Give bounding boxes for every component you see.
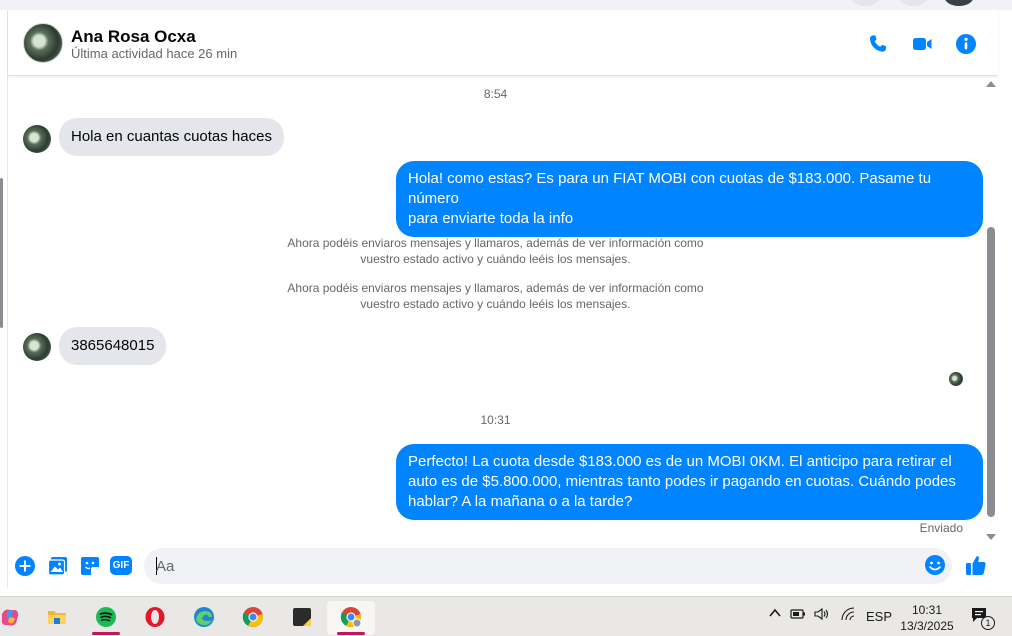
message-input-wrapper [144, 548, 952, 584]
message-text-line: Perfecto! La cuota desde $183.000 es de … [408, 453, 952, 470]
chat-window: Ana Rosa Ocxa Última actividad hace 26 m… [7, 10, 998, 588]
chrome-profile-icon[interactable] [327, 601, 375, 635]
battery-icon[interactable] [790, 607, 806, 624]
system-notice: Ahora podéis enviaros mensajes y llamaro… [268, 235, 723, 267]
chat-header: Ana Rosa Ocxa Última actividad hace 26 m… [8, 10, 998, 76]
plus-icon[interactable] [14, 555, 36, 577]
clock-date: 13/3/2025 [900, 619, 954, 633]
message-text: Hola en cuantas cuotas haces [71, 128, 272, 145]
contact-status: Última actividad hace 26 min [71, 46, 238, 61]
taskbar-clock[interactable]: 10:31 13/3/2025 [895, 602, 959, 634]
file-explorer-icon[interactable] [33, 601, 81, 635]
wifi-icon[interactable] [840, 607, 856, 624]
notification-icon[interactable]: 1 [970, 606, 995, 631]
read-receipt-avatar [949, 372, 963, 386]
opera-icon[interactable] [131, 601, 179, 635]
contact-name[interactable]: Ana Rosa Ocxa [71, 27, 196, 47]
copilot-icon[interactable] [0, 601, 34, 635]
scrollbar-thumb[interactable] [987, 227, 995, 517]
active-indicator [337, 632, 365, 635]
sender-avatar[interactable] [23, 125, 51, 153]
system-notice-line: vuestro estado activo y cuándo leéis los… [360, 252, 631, 266]
system-notice-line: vuestro estado activo y cuándo leéis los… [360, 297, 631, 311]
left-edge-scroll-hint [0, 178, 3, 328]
message-list[interactable]: 8:54 Hola en cuantas cuotas haces Hola! … [8, 77, 983, 542]
message-text: 3865648015 [71, 337, 155, 354]
running-indicator [92, 632, 120, 635]
video-camera-icon[interactable] [910, 32, 934, 56]
app-root: Ana Rosa Ocxa Última actividad hace 26 m… [0, 0, 1012, 636]
spotify-icon[interactable] [82, 601, 130, 635]
message-timestamp: 8:54 [483, 87, 508, 101]
language-indicator[interactable]: ESP [866, 609, 892, 624]
contact-avatar[interactable] [23, 23, 63, 63]
top-circle-icon [850, 0, 880, 6]
gif-label: GIF [110, 556, 132, 575]
outgoing-message[interactable]: Perfecto! La cuota desde $183.000 es de … [396, 444, 983, 520]
message-timestamp: 10:31 [480, 413, 511, 427]
notification-count: 1 [981, 616, 995, 630]
message-text-line: para enviarte toda la info [408, 210, 574, 227]
edge-icon[interactable] [180, 601, 228, 635]
phone-icon[interactable] [866, 32, 890, 56]
notes-icon[interactable] [278, 601, 326, 635]
thumbs-up-icon[interactable] [964, 553, 988, 577]
clock-time: 10:31 [911, 603, 943, 617]
outgoing-message[interactable]: Hola! como estas? Es para un FIAT MOBI c… [396, 161, 983, 237]
system-notice-line: Ahora podéis enviaros mensajes y llamaro… [287, 281, 704, 295]
sent-status: Enviado [919, 521, 963, 535]
incoming-message[interactable]: Hola en cuantas cuotas haces [59, 118, 284, 156]
message-text-line: auto es de $5.800.000, mientras tanto po… [408, 473, 956, 490]
gif-icon[interactable]: GIF [110, 555, 133, 577]
chevron-up-icon[interactable] [768, 606, 782, 623]
volume-icon[interactable] [814, 607, 830, 624]
sticker-icon[interactable] [79, 555, 101, 577]
top-avatar-icon [944, 0, 974, 6]
chrome-icon[interactable] [229, 601, 277, 635]
message-text-line: hablar? A la mañana o a la tarde? [408, 493, 633, 510]
windows-taskbar: ESP 10:31 13/3/2025 1 [0, 596, 1012, 636]
system-notice: Ahora podéis enviaros mensajes y llamaro… [268, 280, 723, 312]
system-notice-line: Ahora podéis enviaros mensajes y llamaro… [287, 236, 704, 250]
message-text-line: Hola! como estas? Es para un FIAT MOBI c… [408, 170, 932, 207]
emoji-icon[interactable] [924, 554, 946, 576]
message-input[interactable] [156, 556, 916, 576]
message-composer: GIF [8, 542, 998, 588]
top-circle-icon [898, 0, 928, 6]
info-icon[interactable] [954, 32, 978, 56]
scroll-up-arrow[interactable] [986, 81, 996, 87]
incoming-message[interactable]: 3865648015 [59, 327, 167, 365]
photo-icon[interactable] [47, 555, 69, 577]
top-strip [0, 0, 1012, 10]
message-scrollbar[interactable] [983, 77, 998, 542]
scroll-down-arrow[interactable] [986, 534, 996, 540]
sender-avatar[interactable] [23, 333, 51, 361]
